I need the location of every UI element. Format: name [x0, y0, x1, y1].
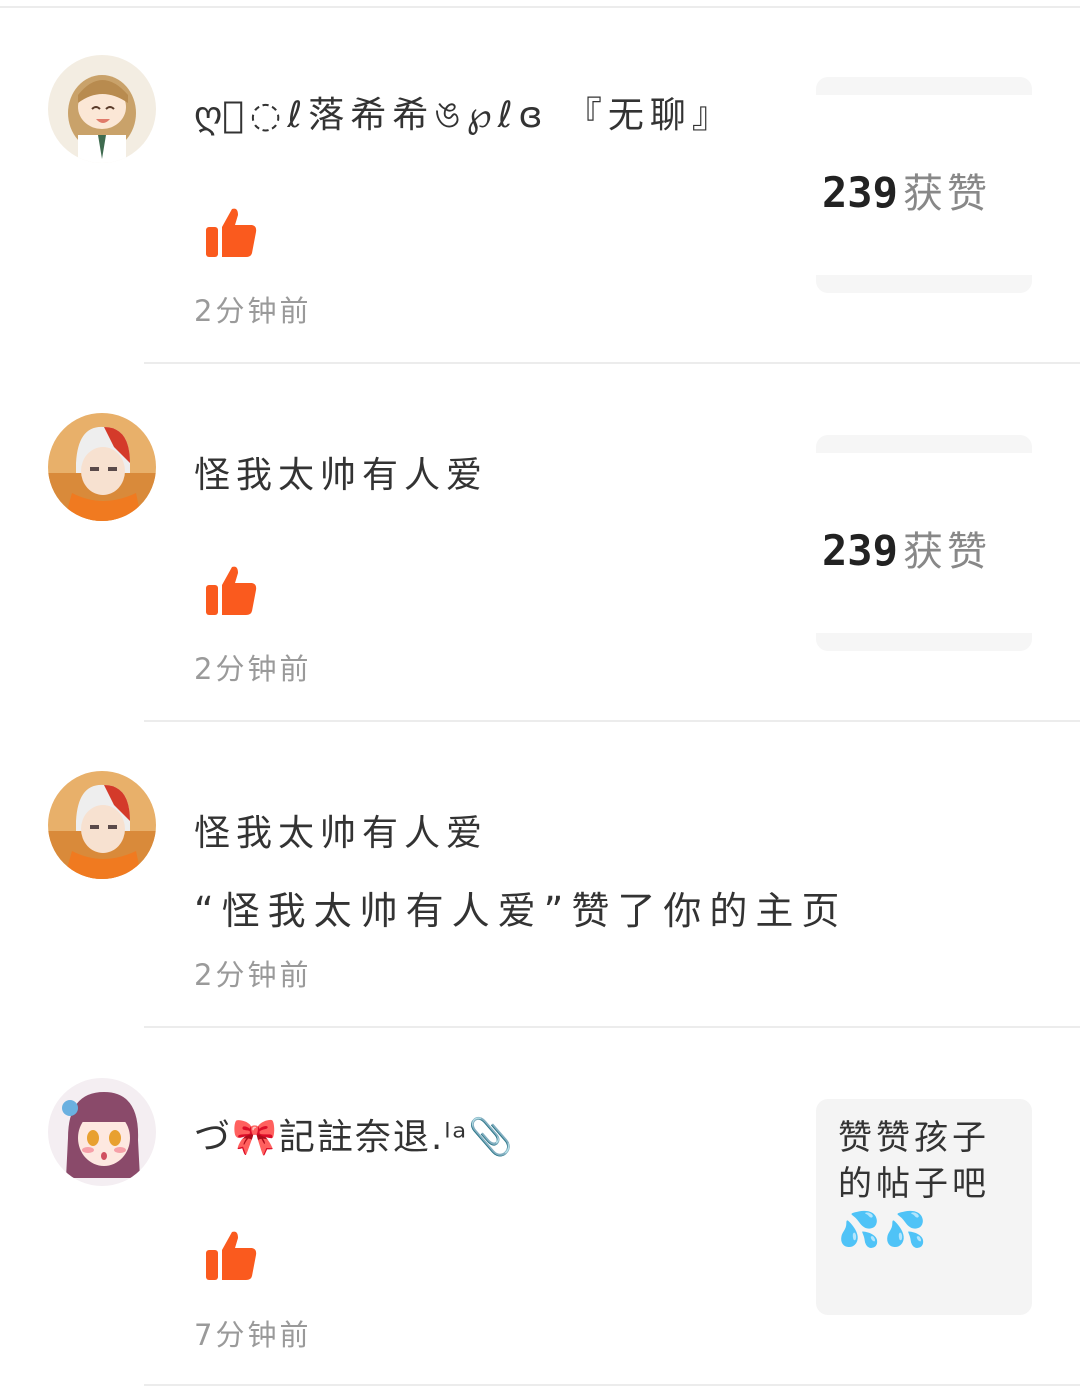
thumbs-up-icon [204, 1228, 258, 1282]
like-count: 239 获赞 [822, 519, 1032, 577]
thumbs-up-icon [204, 205, 258, 259]
post-preview-text: 赞赞孩子的帖子吧💦💦 [838, 1118, 990, 1250]
avatar[interactable] [48, 1078, 156, 1186]
post-preview-card[interactable]: 239 获赞 [816, 435, 1032, 651]
like-count-label: 获赞 [902, 171, 991, 217]
time-text: 2分钟前 [194, 652, 312, 686]
post-preview-text-card[interactable]: 赞赞孩子的帖子吧💦💦 [816, 1099, 1032, 1315]
time-text: 7分钟前 [194, 1318, 312, 1352]
like-count: 239 获赞 [822, 161, 1032, 219]
item-divider [144, 1384, 1080, 1386]
avatar[interactable] [48, 413, 156, 521]
notification-item[interactable]: ღ⃢◌ℓ落希希ঙ℘ℓɞ 『无聊』 2分钟前 239 获赞 [0, 0, 1080, 366]
post-preview-image: 239 获赞 [816, 453, 1032, 633]
notification-item[interactable]: 怪我太帅有人爱 “怪我太帅有人爱”赞了你的主页 2分钟前 [0, 722, 1080, 1028]
user-name[interactable]: づ🎀記註奈退.ˡᵃ📎 [194, 1108, 515, 1160]
thumbs-up-icon [204, 563, 258, 617]
post-preview-image: 239 获赞 [816, 95, 1032, 275]
time-text: 2分钟前 [194, 958, 312, 992]
post-preview-card[interactable]: 239 获赞 [816, 77, 1032, 293]
avatar[interactable] [48, 771, 156, 879]
time-text: 2分钟前 [194, 294, 312, 328]
like-count-number: 239 [822, 168, 898, 217]
like-count-label: 获赞 [902, 529, 991, 575]
item-divider [144, 362, 1080, 364]
notification-description: “怪我太帅有人爱”赞了你的主页 [194, 889, 848, 933]
notification-item[interactable]: づ🎀記註奈退.ˡᵃ📎 7分钟前 赞赞孩子的帖子吧💦💦 [0, 1028, 1080, 1390]
avatar[interactable] [48, 55, 156, 163]
notification-item[interactable]: 怪我太帅有人爱 2分钟前 239 获赞 [0, 366, 1080, 722]
like-count-number: 239 [822, 526, 898, 575]
user-name[interactable]: 怪我太帅有人爱 [194, 804, 488, 856]
user-name[interactable]: ღ⃢◌ℓ落希希ঙ℘ℓɞ 『无聊』 [194, 86, 734, 148]
user-name[interactable]: 怪我太帅有人爱 [194, 446, 488, 498]
